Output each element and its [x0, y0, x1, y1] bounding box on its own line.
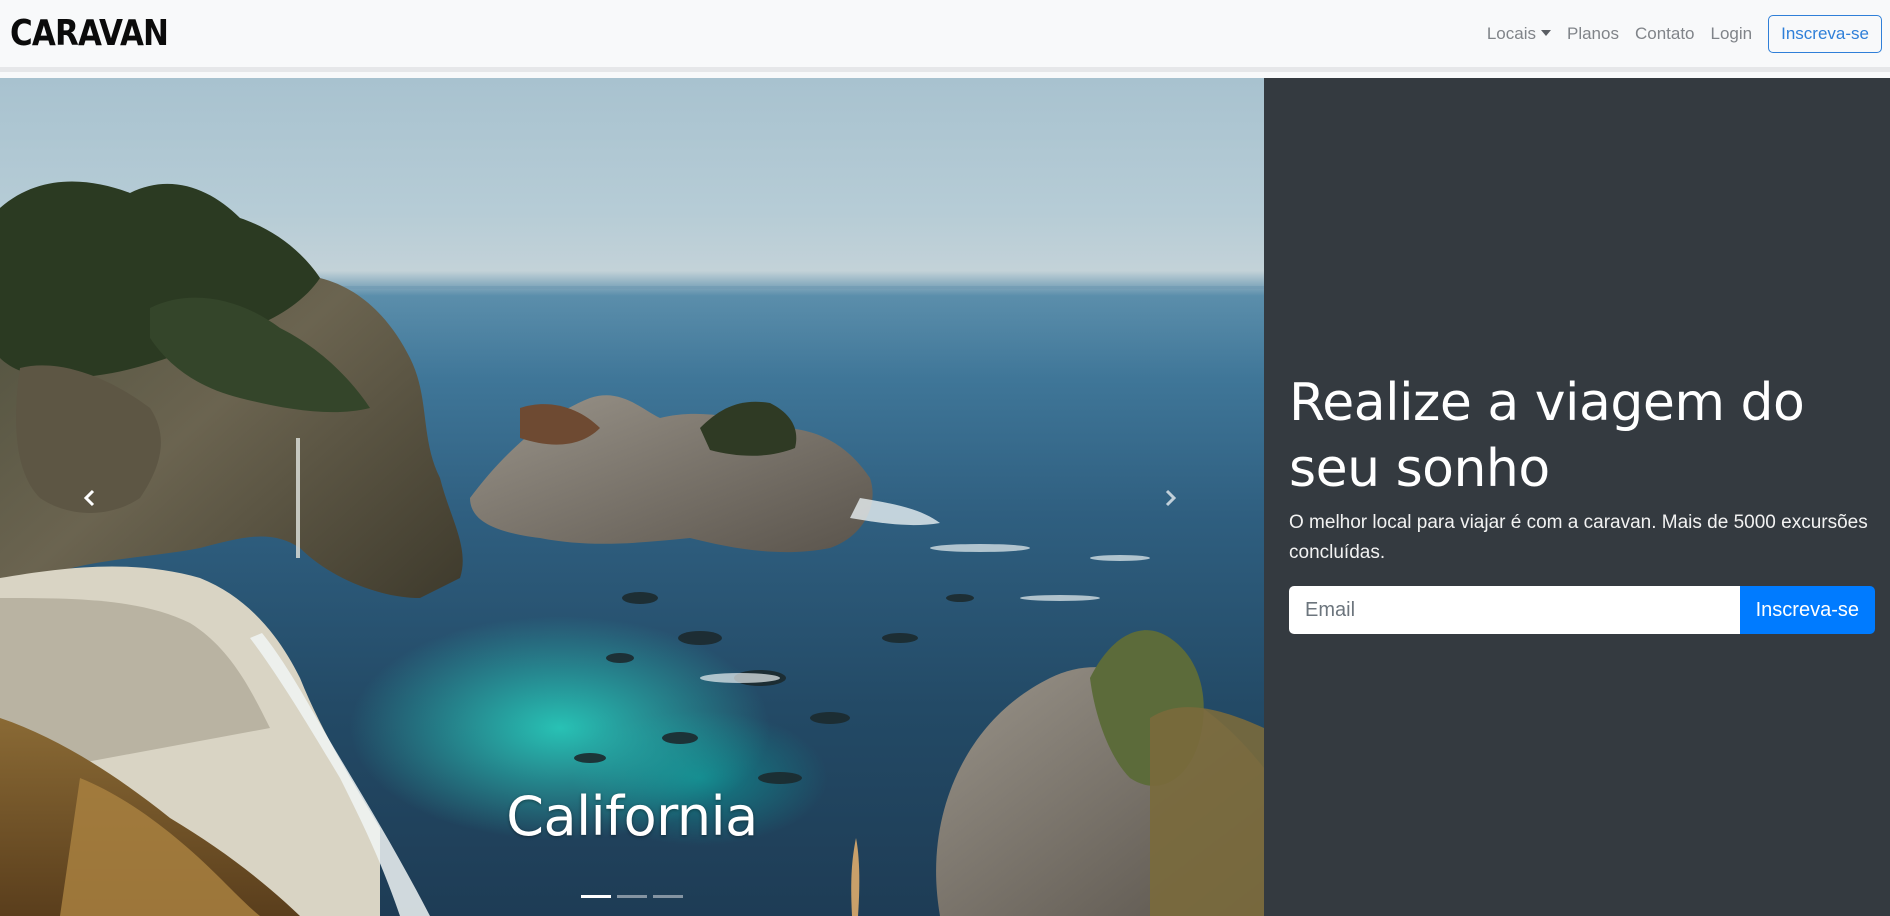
nav-item-login[interactable]: Login	[1703, 24, 1761, 44]
carousel-indicators	[0, 895, 1264, 898]
promo-content: Realize a viagem do seu sonho O melhor l…	[1289, 370, 1879, 634]
email-input[interactable]	[1289, 586, 1740, 634]
nav-signup-button[interactable]: Inscreva-se	[1768, 14, 1882, 53]
nav-item-label: Locais	[1486, 23, 1536, 43]
chevron-left-icon	[83, 489, 95, 507]
nav-item-locais[interactable]: Locais	[1479, 24, 1559, 44]
promo-panel: Realize a viagem do seu sonho O melhor l…	[1264, 78, 1890, 916]
promo-headline: Realize a viagem do seu sonho	[1289, 373, 1805, 499]
carousel-indicator-2[interactable]	[617, 895, 647, 898]
carousel-caption: California	[506, 785, 758, 848]
signup-form: Inscreva-se	[1289, 586, 1875, 634]
nav-links: Locais Planos Contato Login Inscreva-se	[1479, 14, 1882, 53]
navbar: CARAVAN Locais Planos Contato Login Insc…	[0, 0, 1890, 72]
caret-down-icon	[1540, 29, 1551, 36]
chevron-right-icon	[1165, 489, 1177, 507]
nav-item-planos[interactable]: Planos	[1559, 24, 1627, 44]
hero-carousel: California	[0, 78, 1264, 916]
signup-button[interactable]: Inscreva-se	[1739, 586, 1875, 634]
carousel-indicator-1[interactable]	[581, 895, 611, 898]
carousel-indicator-3[interactable]	[653, 895, 683, 898]
brand-logo[interactable]: CARAVAN	[10, 13, 169, 54]
promo-lead: O melhor local para viajar é com a carav…	[1289, 512, 1868, 563]
carousel-prev-button[interactable]	[70, 478, 110, 518]
carousel-next-button[interactable]	[1150, 478, 1190, 518]
nav-item-contato[interactable]: Contato	[1627, 24, 1703, 44]
